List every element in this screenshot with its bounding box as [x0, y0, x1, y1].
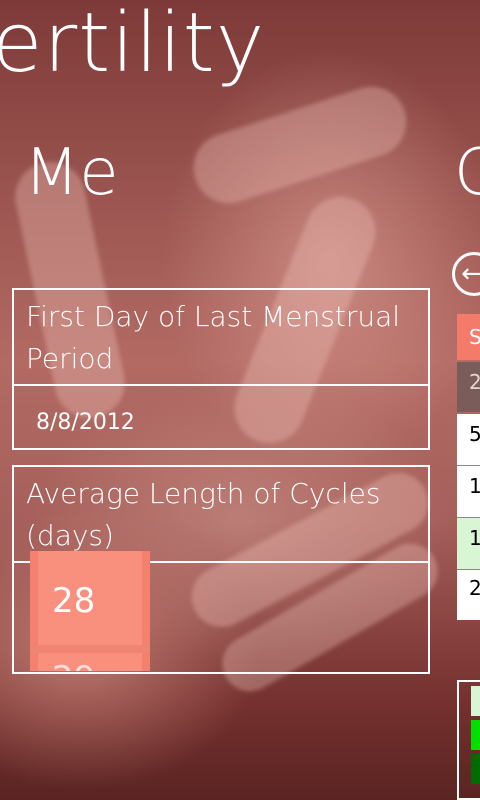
- legend-swatch-dark-green: [471, 754, 480, 784]
- calendar-legend: [457, 680, 480, 800]
- last-period-panel: First Day of Last Menstrual Period 8/8/2…: [12, 288, 430, 450]
- next-cycle-length-option[interactable]: 29: [52, 659, 95, 671]
- calendar-back-button[interactable]: ←: [452, 252, 480, 296]
- last-period-label: First Day of Last Menstrual Period: [26, 300, 401, 375]
- arrow-left-icon: ←: [461, 259, 480, 289]
- pivot-header-me[interactable]: Me: [24, 136, 119, 210]
- calendar-row[interactable]: 5: [457, 414, 480, 466]
- cycle-length-label: Average Length of Cycles (days): [26, 477, 381, 552]
- app-title: ertility: [0, 0, 266, 91]
- pivot-header-next[interactable]: C: [454, 136, 480, 210]
- cycle-length-panel: Average Length of Cycles (days) 28 29: [12, 465, 430, 674]
- calendar-row[interactable]: 1: [457, 466, 480, 518]
- selector-separator: [30, 645, 150, 653]
- background-hand: [184, 77, 416, 213]
- calendar-row[interactable]: 1: [457, 518, 480, 570]
- calendar-row[interactable]: 2: [457, 362, 480, 412]
- last-period-date-picker[interactable]: 8/8/2012: [14, 386, 428, 435]
- selected-cycle-length[interactable]: 28: [52, 581, 95, 621]
- legend-swatch-bright-green: [471, 720, 480, 750]
- legend-swatch-light-green: [471, 686, 480, 716]
- cycle-length-selector[interactable]: 28 29: [30, 551, 150, 671]
- calendar-row[interactable]: 2: [457, 570, 480, 620]
- calendar-header-cell: S: [457, 314, 480, 360]
